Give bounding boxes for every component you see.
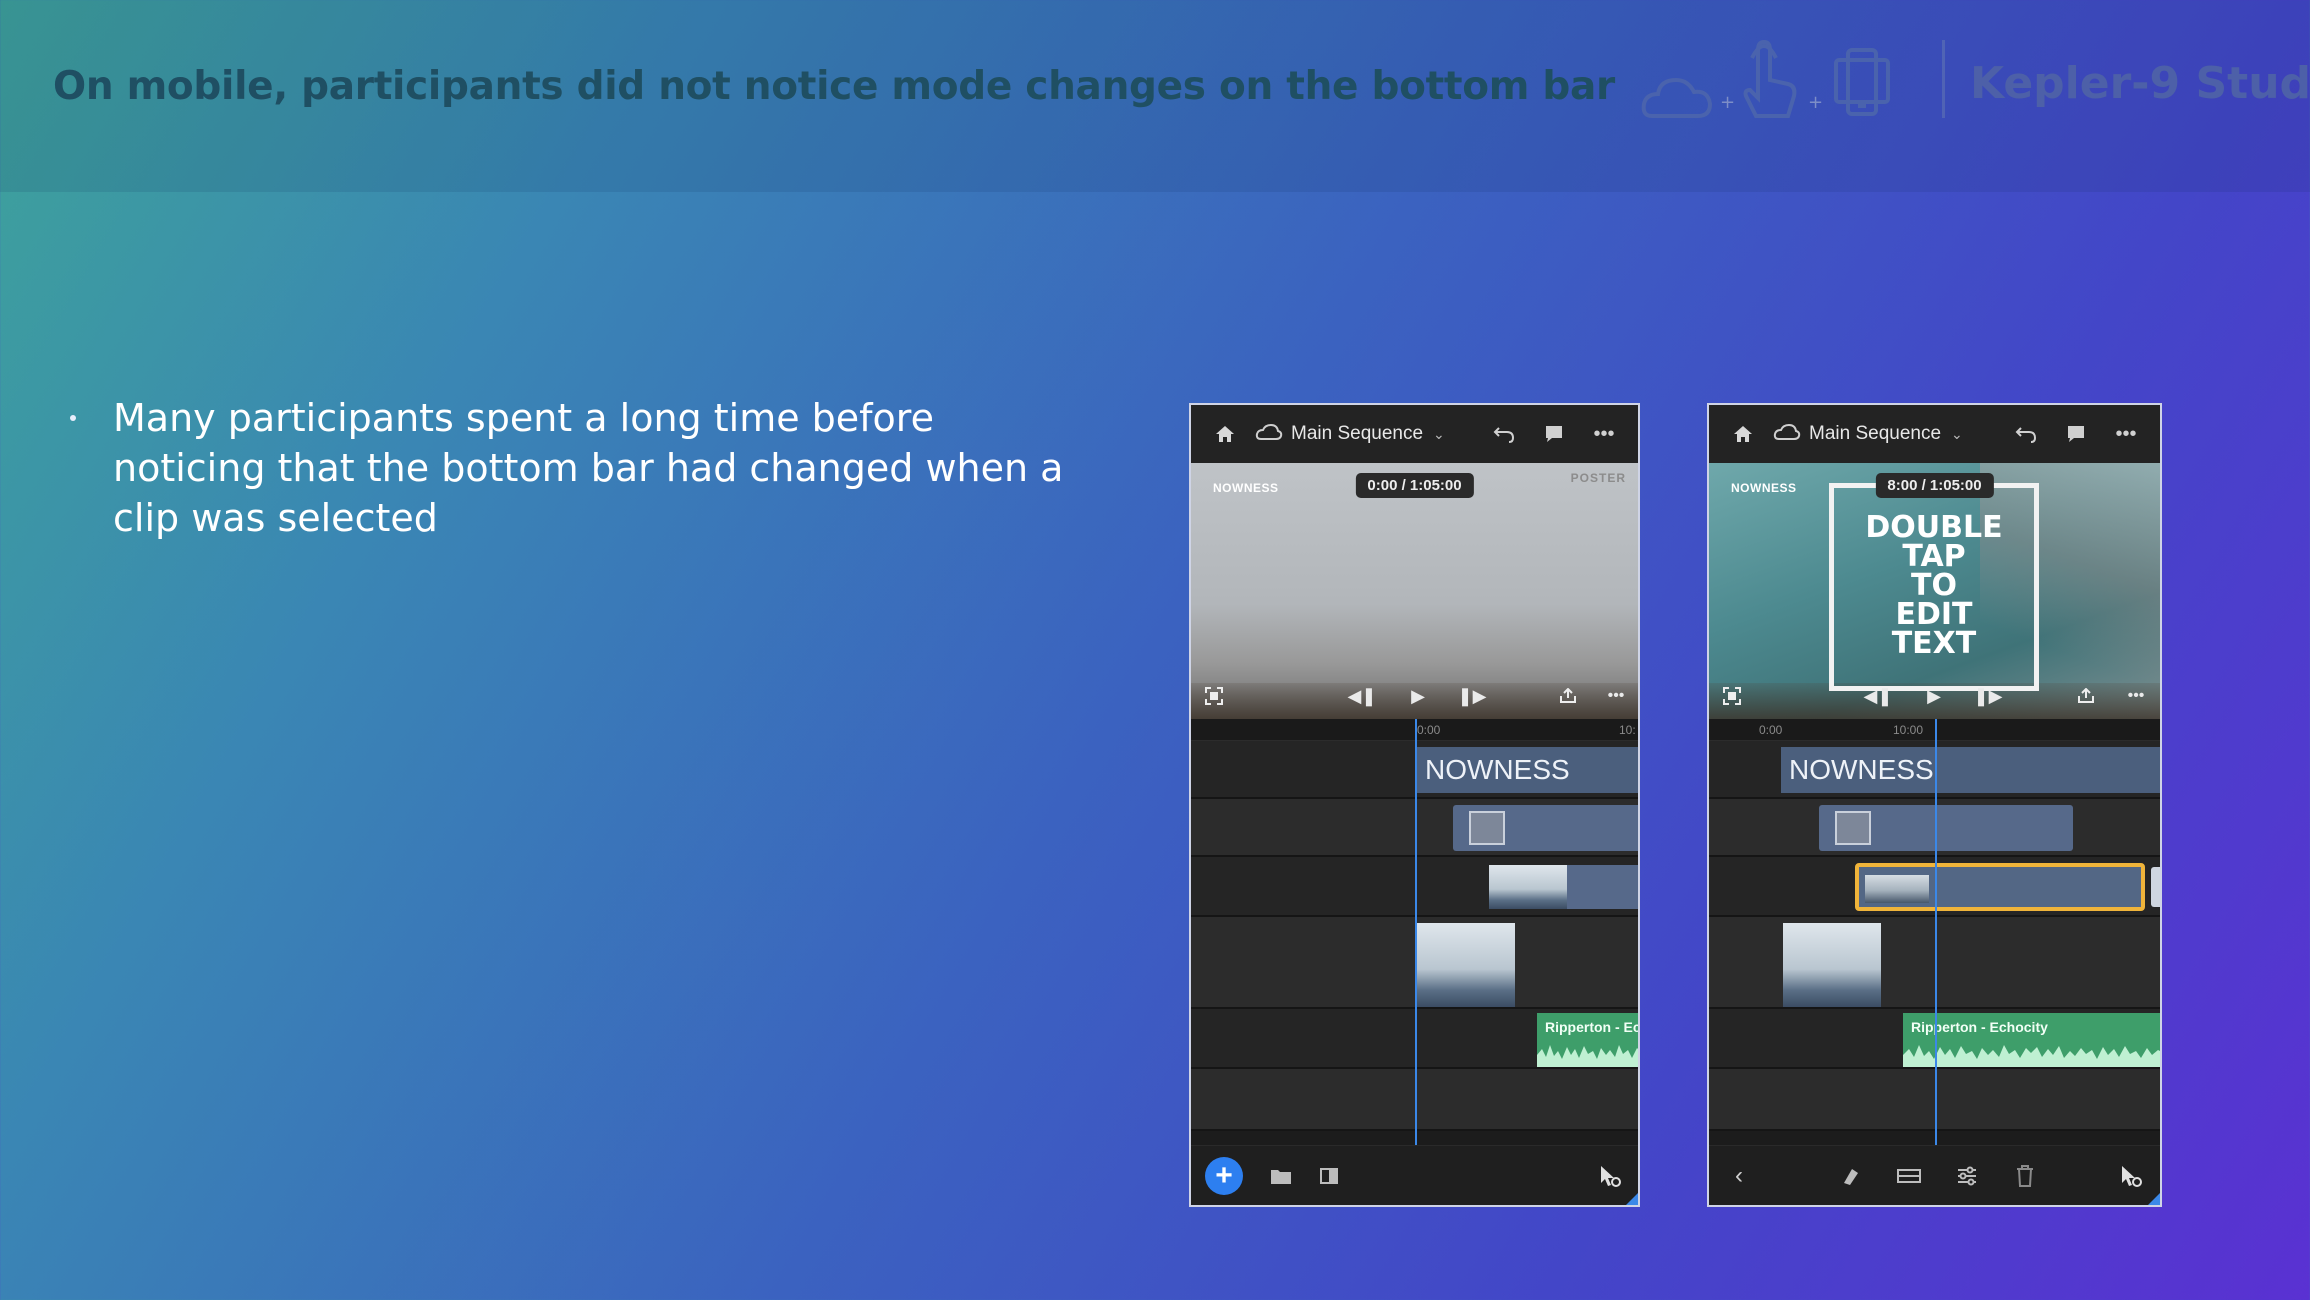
- more-icon[interactable]: •••: [1590, 420, 1618, 448]
- video-preview[interactable]: NOWNESS DOUBLE TAP TO EDIT TEXT 8:00 / 1…: [1709, 463, 2160, 719]
- playhead[interactable]: [1415, 719, 1417, 1149]
- video-preview[interactable]: NOWNESS 0:00 / 1:05:00 POSTER ◀❚ ▶ ❚▶ ••…: [1191, 463, 1638, 719]
- play-icon[interactable]: ▶: [1919, 681, 1949, 711]
- cloud-icon: [1641, 77, 1713, 118]
- playback-controls: ◀❚ ▶ ❚▶ •••: [1709, 681, 2160, 711]
- svg-text:+: +: [1720, 92, 1735, 113]
- add-icon[interactable]: +: [1205, 1157, 1243, 1195]
- split-icon[interactable]: [1835, 1160, 1867, 1192]
- ruler-tick: 0:00: [1759, 723, 1783, 737]
- select-tool-icon[interactable]: [2115, 1160, 2147, 1192]
- broll-clip[interactable]: [1489, 865, 1638, 909]
- undo-icon[interactable]: [2012, 420, 2040, 448]
- audio-clip[interactable]: Ripperton - Ec: [1537, 1013, 1640, 1067]
- graphic-thumbnail: [1469, 811, 1505, 845]
- corner-indicator: [1626, 1193, 1638, 1205]
- layout-icon[interactable]: [1313, 1160, 1345, 1192]
- graphic-clip[interactable]: [1819, 805, 2073, 851]
- fullscreen-icon[interactable]: [1199, 681, 1229, 711]
- ruler-tick: 10:00: [1893, 723, 1924, 737]
- fullscreen-icon[interactable]: [1717, 681, 1747, 711]
- broll-thumbnail: [1865, 875, 1929, 903]
- corner-indicator: [2148, 1193, 2160, 1205]
- back-icon[interactable]: ‹: [1723, 1160, 1755, 1192]
- preview-more-icon[interactable]: •••: [2121, 681, 2151, 711]
- audio-clip-label: Ripperton - Ec: [1545, 1019, 1640, 1035]
- header-divider: [1942, 40, 1945, 118]
- share-icon[interactable]: [1553, 681, 1583, 711]
- mobile-device-icon: [1834, 48, 1890, 116]
- play-icon[interactable]: ▶: [1403, 681, 1433, 711]
- poster-label: POSTER: [1570, 471, 1626, 485]
- comment-icon[interactable]: [2062, 420, 2090, 448]
- step-back-icon[interactable]: ◀❚: [1347, 681, 1377, 711]
- bottom-bar-clip-mode: ‹: [1709, 1145, 2160, 1205]
- ruler-tick: 0:00: [1417, 723, 1441, 737]
- audio-clip-label: Ripperton - Echocity: [1911, 1019, 2048, 1035]
- timeline[interactable]: 0:00 10:00 NOWNESS Ripperton - Echocity: [1709, 719, 2160, 1149]
- audio-waveform: [1903, 1045, 2160, 1067]
- timecode-badge: 8:00 / 1:05:00: [1875, 473, 1994, 498]
- more-icon[interactable]: •••: [2112, 420, 2140, 448]
- ruler-tick: 10:: [1619, 723, 1636, 737]
- svg-text:+: +: [1808, 92, 1823, 113]
- undo-icon[interactable]: [1490, 420, 1518, 448]
- select-tool-icon[interactable]: [1594, 1160, 1626, 1192]
- share-icon[interactable]: [2071, 681, 2101, 711]
- audio-waveform: [1537, 1045, 1638, 1067]
- app-top-bar: Main Sequence ⌄ •••: [1709, 405, 2160, 463]
- comment-icon[interactable]: [1540, 420, 1568, 448]
- bullet-marker: [70, 415, 76, 421]
- slide-title: On mobile, participants did not notice m…: [53, 64, 1615, 109]
- bullet-item: Many participants spent a long time befo…: [113, 396, 1064, 540]
- phone-screenshot-clip-selected: Main Sequence ⌄ ••• NOWNESS DOUBLE TAP T…: [1707, 403, 2162, 1207]
- playhead[interactable]: [1935, 719, 1937, 1149]
- step-back-icon[interactable]: ◀❚: [1863, 681, 1893, 711]
- main-video-clip[interactable]: [1417, 923, 1515, 1007]
- delete-icon[interactable]: [2009, 1160, 2041, 1192]
- sequence-selector[interactable]: Main Sequence ⌄: [1255, 423, 1445, 446]
- touch-hand-icon: [1743, 39, 1797, 118]
- chevron-down-icon: ⌄: [1433, 425, 1445, 442]
- selected-broll-clip[interactable]: [1855, 863, 2145, 911]
- chevron-down-icon: ⌄: [1951, 425, 1963, 442]
- graphic-thumbnail: [1835, 811, 1871, 845]
- crop-icon[interactable]: [1893, 1160, 1925, 1192]
- timeline[interactable]: 0:00 10: NOWNESS Ripperton - Ec: [1191, 719, 1638, 1149]
- preview-more-icon[interactable]: •••: [1601, 681, 1631, 711]
- cloud-sync-icon: [1773, 423, 1801, 446]
- sequence-selector[interactable]: Main Sequence ⌄: [1773, 423, 1963, 446]
- step-forward-icon[interactable]: ❚▶: [1457, 681, 1487, 711]
- folder-icon[interactable]: [1265, 1160, 1297, 1192]
- preview-watermark: NOWNESS: [1731, 481, 1797, 495]
- sequence-label: Main Sequence: [1809, 423, 1942, 444]
- main-video-clip[interactable]: [1783, 923, 1881, 1007]
- sequence-label: Main Sequence: [1291, 423, 1424, 444]
- playback-controls: ◀❚ ▶ ❚▶ •••: [1191, 681, 1638, 711]
- home-icon[interactable]: [1729, 420, 1757, 448]
- cloud-sync-icon: [1255, 423, 1283, 446]
- audio-clip[interactable]: Ripperton - Echocity: [1903, 1013, 2160, 1067]
- text-overlay: DOUBLE TAP TO EDIT TEXT: [1865, 510, 2003, 661]
- study-name: Kepler-9 Study: [1970, 58, 2310, 109]
- text-overlay-box[interactable]: DOUBLE TAP TO EDIT TEXT: [1829, 483, 2039, 691]
- step-forward-icon[interactable]: ❚▶: [1973, 681, 2003, 711]
- phone-screenshot-default: Main Sequence ⌄ ••• NOWNESS 0:00 / 1:05:…: [1189, 403, 1640, 1207]
- app-top-bar: Main Sequence ⌄ •••: [1191, 405, 1638, 463]
- timecode-badge: 0:00 / 1:05:00: [1355, 473, 1474, 498]
- broll-thumbnail: [1489, 865, 1567, 909]
- bottom-bar-default: +: [1191, 1145, 1638, 1205]
- logo-group: + +: [1640, 36, 1910, 126]
- next-clip-edge[interactable]: [2151, 867, 2160, 907]
- preview-watermark: NOWNESS: [1213, 481, 1279, 495]
- adjust-icon[interactable]: [1951, 1160, 1983, 1192]
- title-clip[interactable]: NOWNESS: [1417, 747, 1638, 793]
- title-clip[interactable]: NOWNESS: [1781, 747, 2160, 793]
- graphic-clip[interactable]: [1453, 805, 1638, 851]
- home-icon[interactable]: [1211, 420, 1239, 448]
